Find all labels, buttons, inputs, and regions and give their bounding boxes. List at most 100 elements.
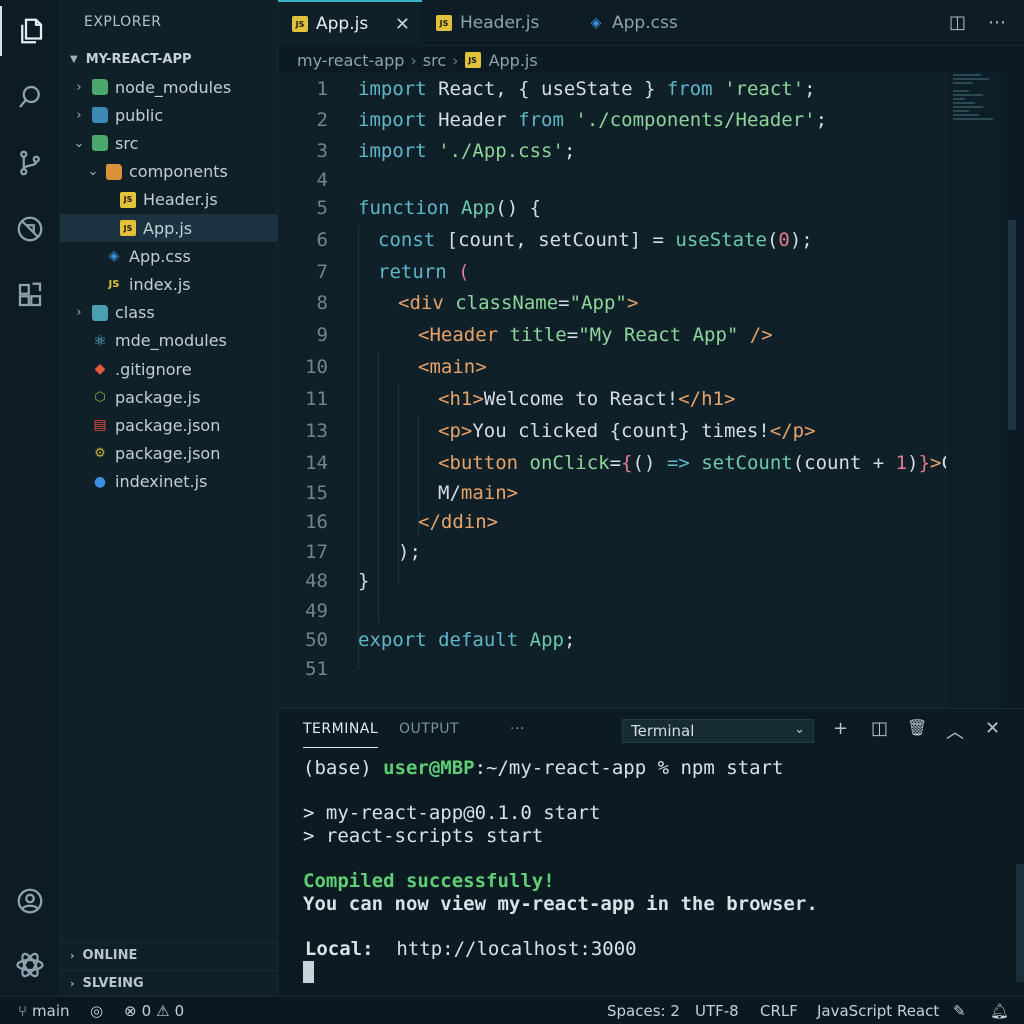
explorer-title: EXPLORER [84, 14, 162, 30]
tree-item[interactable]: ⌄ src [60, 129, 278, 157]
tree-item[interactable]: ◆ .gitignore [60, 355, 278, 383]
breadcrumb-item[interactable]: src [423, 51, 446, 70]
tree-item[interactable]: ◈ App.css [60, 242, 278, 270]
chevron-right-icon: › [76, 79, 82, 95]
tree-item[interactable]: JS Header.js [60, 186, 278, 214]
tree-item-label: src [115, 133, 139, 153]
tab-header-js[interactable]: JS Header.js [422, 0, 574, 46]
eye-icon[interactable]: ◎ [90, 1002, 103, 1020]
tree-item[interactable]: › public [60, 101, 278, 129]
more-panels-icon[interactable]: ··· [510, 721, 525, 737]
line-number: 4 [316, 169, 328, 191]
tree-item[interactable]: ⚛ mde_modules [60, 327, 278, 355]
line-number: 50 [305, 629, 328, 651]
source-control-icon[interactable] [0, 138, 60, 188]
tab-output[interactable]: OUTPUT [399, 721, 459, 737]
npm-file-icon: ▤ [93, 417, 107, 434]
tree-item[interactable]: ⚙ package.json [60, 440, 278, 468]
tree-item[interactable]: ▤ package.json [60, 411, 278, 439]
indent-guide [378, 352, 379, 622]
close-icon[interactable]: ✕ [395, 14, 410, 35]
minimap[interactable] [946, 72, 1006, 708]
tab-label: App.css [612, 13, 678, 33]
section-online[interactable]: › ONLINE [60, 942, 278, 968]
code-text: <main> [418, 356, 487, 378]
feedback-icon[interactable]: ✎ [953, 1002, 966, 1020]
more-actions-icon[interactable]: ⋯ [988, 12, 1006, 33]
code-text: const [count, setCount] = useState(0); [378, 229, 813, 251]
branch-status[interactable]: ⑂ main [18, 1002, 70, 1020]
search-icon[interactable] [0, 72, 60, 122]
terminal-view-message: You can now view my-react-app in the bro… [303, 893, 818, 915]
section-slveing[interactable]: › SLVEING [60, 970, 278, 996]
eol-status[interactable]: CRLF [760, 1002, 798, 1020]
code-text: <p>You clicked {count} times!</p> [438, 420, 816, 442]
tree-item-label: mde_modules [115, 331, 227, 351]
line-number: 17 [305, 541, 328, 563]
tree-item[interactable]: ● indexinet.js [60, 468, 278, 496]
explorer-icon[interactable] [0, 6, 60, 56]
trash-icon[interactable]: 🗑 [907, 718, 927, 737]
tree-item-label: public [115, 105, 164, 125]
indent-guide [418, 416, 419, 536]
folder-icon [92, 107, 108, 124]
terminal-prompt: (base) user@MBP:~/my-react-app % npm sta… [303, 757, 784, 779]
line-number: 15 [305, 482, 328, 504]
breadcrumb-item[interactable]: App.js [489, 51, 538, 70]
bell-icon[interactable]: 🔔︎ [990, 1002, 1009, 1020]
code-line: 2 import Header from './components/Header… [278, 105, 946, 135]
terminal-scrollbar[interactable] [1016, 864, 1024, 982]
tab-app-js[interactable]: JS App.js ✕ [278, 0, 422, 46]
code-line: 4 [278, 165, 946, 195]
maximize-panel-icon[interactable]: ︿ [946, 718, 964, 744]
code-line: 3 import './App.css'; [278, 136, 946, 166]
code-editor[interactable]: 1 import React, { useState } from 'react'… [278, 72, 999, 708]
code-text: M/main> [438, 482, 519, 504]
line-number: 5 [316, 197, 328, 219]
line-number: 10 [305, 356, 328, 378]
account-icon[interactable] [0, 876, 60, 926]
breadcrumb-item[interactable]: my-react-app [297, 51, 404, 70]
split-terminal-icon[interactable]: ◫ [871, 718, 888, 739]
close-panel-icon[interactable]: ✕ [985, 718, 1000, 739]
tree-item-label: App.css [129, 246, 191, 266]
extensions-icon[interactable] [0, 270, 60, 320]
chevron-down-icon: ▼ [70, 53, 78, 65]
encoding-status[interactable]: UTF-8 [695, 1002, 739, 1020]
js-file-icon: JS [436, 15, 452, 31]
editor-scrollbar[interactable] [1008, 220, 1016, 430]
language-status[interactable]: JavaScript React [817, 1002, 939, 1020]
code-line: 5 function App() { [278, 193, 946, 223]
breadcrumb: my-react-app › src › JS App.js [297, 49, 538, 71]
tree-item[interactable]: ⬡ package.js [60, 383, 278, 411]
tree-item-label: package.json [115, 444, 221, 464]
tree-item-label: class [115, 303, 155, 323]
tree-item[interactable]: JS App.js [60, 214, 278, 242]
line-number: 14 [305, 452, 328, 474]
tree-item-label: indexinet.js [115, 472, 208, 492]
tree-item-label: package.json [115, 415, 221, 435]
problems-status[interactable]: ⊗ 0 ⚠ 0 [124, 1002, 184, 1020]
project-header[interactable]: ▼ MY-REACT-APP [60, 46, 278, 72]
tree-item[interactable]: JS index.js [60, 270, 278, 298]
indent-status[interactable]: Spaces: 2 [607, 1002, 680, 1020]
terminal-select[interactable]: Terminal ⌄ [622, 719, 814, 743]
tree-item-label: components [129, 162, 228, 182]
react-icon[interactable] [0, 940, 60, 990]
folder-icon [92, 135, 108, 152]
tab-app-css[interactable]: ◈ App.css [574, 0, 704, 46]
tree-item[interactable]: › class [60, 299, 278, 327]
tree-item-label: index.js [129, 274, 191, 294]
chevron-right-icon: › [70, 949, 75, 962]
folder-open-icon [106, 163, 122, 180]
tab-terminal[interactable]: TERMINAL [303, 721, 379, 748]
tree-item[interactable]: ⌄ components [60, 158, 278, 186]
terminal-local-line: Local: http://localhost:3000 [282, 938, 637, 960]
debug-icon[interactable] [0, 204, 60, 254]
new-terminal-icon[interactable]: + [833, 718, 848, 739]
split-editor-icon[interactable]: ◫ [949, 12, 966, 33]
chevron-right-icon: › [76, 305, 82, 321]
code-line: 7 return ( [278, 257, 946, 287]
tree-item[interactable]: › node_modules [60, 73, 278, 101]
json-file-icon: ⚙ [94, 446, 106, 462]
